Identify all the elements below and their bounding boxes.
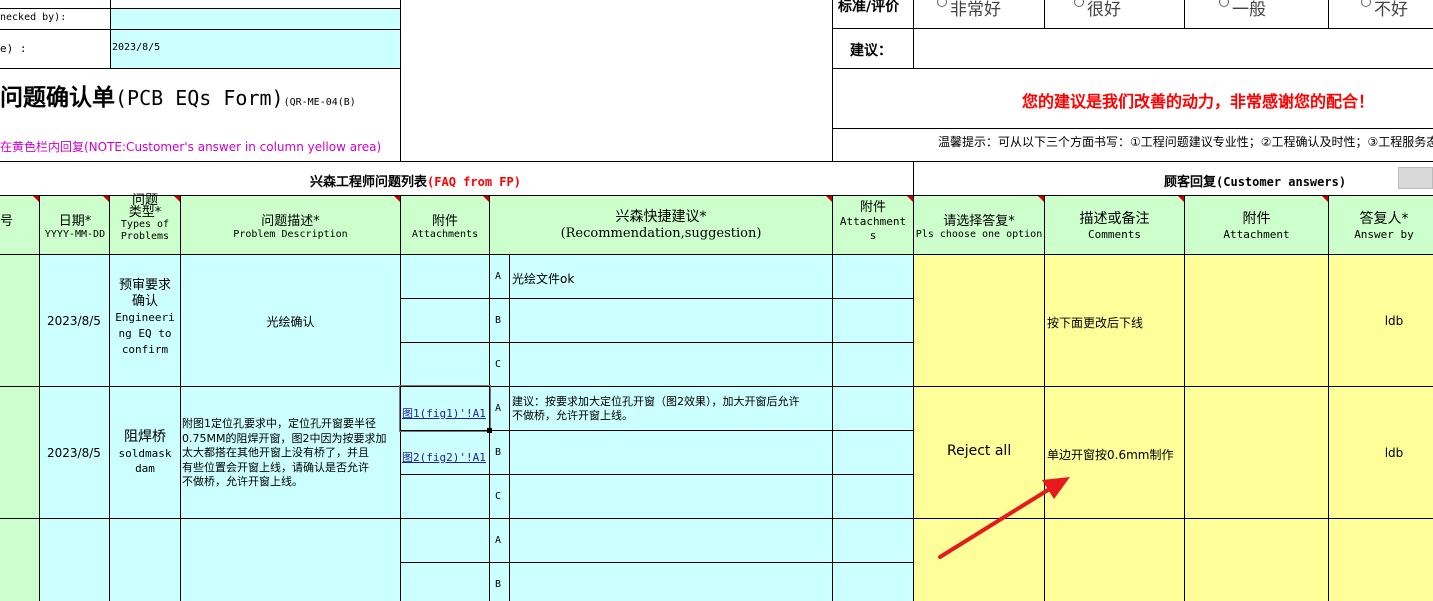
col-date: 日期* YYYY-MM-DD bbox=[44, 214, 106, 240]
col-choose: 请选择答复* Pls choose one option bbox=[915, 214, 1043, 240]
fill-handle[interactable] bbox=[487, 428, 492, 433]
row1-date[interactable]: 2023/8/5 bbox=[47, 314, 101, 328]
header-scroll-button[interactable] bbox=[1398, 167, 1433, 189]
row1-answer-by[interactable]: ldb bbox=[1329, 314, 1433, 328]
row3-option-a: A bbox=[495, 535, 502, 546]
date-label: e) : bbox=[0, 42, 27, 55]
comment-marker-icon[interactable] bbox=[483, 196, 489, 202]
rating-option-2[interactable]: 很好 bbox=[1074, 0, 1121, 20]
comment-marker-icon[interactable] bbox=[33, 196, 39, 202]
date-value[interactable]: 2023/8/5 bbox=[112, 42, 160, 53]
tips-message: 温馨提示：可从以下三个方面书写：①工程问题建议专业性；②工程确认及时性；③工程服… bbox=[938, 135, 1433, 149]
comment-marker-icon[interactable] bbox=[394, 196, 400, 202]
comment-marker-icon[interactable] bbox=[1038, 196, 1044, 202]
form-code: (QR-ME-04(B) bbox=[283, 97, 356, 108]
row1-option-c: C bbox=[495, 359, 502, 370]
comment-marker-icon[interactable] bbox=[826, 196, 832, 202]
col-attachments: 附件 Attachments bbox=[411, 214, 479, 240]
rating-option-4[interactable]: 不好 bbox=[1361, 0, 1408, 20]
form-title-en: (PCB EQs Form) bbox=[115, 86, 284, 110]
suggest-label: 建议： bbox=[850, 43, 892, 59]
row2-option-c: C bbox=[495, 491, 502, 502]
radio-icon[interactable] bbox=[1219, 0, 1229, 7]
red-arrow-annotation bbox=[938, 477, 1070, 559]
thanks-message: 您的建议是我们改善的动力，非常感谢您的配合！ bbox=[1022, 92, 1375, 111]
row1-comment[interactable]: 按下面更改后下线 bbox=[1047, 314, 1143, 331]
row1-type[interactable]: 预审要求 确认 Engineeri ng EQ to confirm bbox=[110, 278, 180, 358]
row2-option-a: A bbox=[495, 403, 502, 414]
checked-by-value-cell[interactable] bbox=[110, 8, 400, 29]
col-type: 问题 类型* Types of Problems bbox=[120, 193, 170, 242]
col-answer-by: 答复人* Answer by bbox=[1354, 211, 1414, 241]
customer-note: 在黄色栏内回复(NOTE:Customer's answer in column… bbox=[0, 140, 382, 154]
col-no: 号 bbox=[0, 214, 14, 229]
rating-option-1[interactable]: 非常好 bbox=[937, 0, 1001, 20]
row2-attachment-link-a[interactable]: 图1(fig1)'!A1 bbox=[402, 402, 486, 421]
radio-icon[interactable] bbox=[1361, 0, 1371, 7]
form-title: 问题确认单(PCB EQs Form)(QR-ME-04(B) bbox=[0, 84, 356, 117]
row1-choice-select[interactable] bbox=[914, 255, 1044, 386]
comment-marker-icon[interactable] bbox=[1322, 196, 1328, 202]
row1-description[interactable]: 光绘确认 bbox=[181, 313, 400, 330]
radio-icon[interactable] bbox=[1074, 0, 1084, 7]
col-comments: 描述或备注 Comments bbox=[1079, 211, 1150, 241]
row2-recommendation-a[interactable]: 建议：按要求加大定位孔开窗（图2效果），加大开窗后允许 不做桥，允许开窗上线。 bbox=[512, 395, 800, 423]
col-attachments-2: 附件 Attachment s bbox=[839, 200, 907, 243]
row2-answer-by[interactable]: ldb bbox=[1329, 446, 1433, 460]
row2-description[interactable]: 附图1定位孔要求中，定位孔开窗要半径 0.75MM的阻焊开窗，图2中因为按要求加… bbox=[182, 417, 386, 490]
comment-marker-icon[interactable] bbox=[103, 196, 109, 202]
row2-comment[interactable]: 单边开窗按0.6mm制作 bbox=[1047, 446, 1173, 463]
row2-choice-select[interactable]: Reject all bbox=[947, 443, 1011, 459]
row2-date[interactable]: 2023/8/5 bbox=[47, 446, 101, 460]
suggest-input[interactable] bbox=[914, 29, 1433, 68]
no-column-bg bbox=[0, 255, 40, 601]
comment-marker-icon[interactable] bbox=[907, 196, 913, 202]
customer-section-title: 顾客回复(Customer answers) bbox=[1164, 175, 1347, 190]
comment-marker-icon[interactable] bbox=[174, 196, 180, 202]
rating-option-3[interactable]: 一般 bbox=[1219, 0, 1266, 20]
rating-label: 标准/评价 bbox=[838, 0, 900, 15]
row2-attachment-link-b[interactable]: 图2(fig2)'!A1 bbox=[402, 446, 486, 465]
col-recommendation: 兴森快捷建议* (Recommendation,suggestion) bbox=[560, 209, 762, 241]
form-title-cn: 问题确认单 bbox=[0, 84, 115, 111]
checked-by-label: necked by): bbox=[0, 12, 67, 23]
col-description: 问题描述* Problem Description bbox=[233, 214, 348, 240]
row3-option-b: B bbox=[495, 579, 502, 590]
row1-option-b: B bbox=[495, 315, 502, 326]
faq-section-title: 兴森工程师问题列表(FAQ from FP) bbox=[310, 175, 521, 190]
radio-icon[interactable] bbox=[937, 0, 947, 7]
row1-recommendation-a[interactable]: 光绘文件ok bbox=[512, 270, 574, 287]
row2-option-b: B bbox=[495, 447, 502, 458]
row1-option-a: A bbox=[495, 271, 502, 282]
row2-type[interactable]: 阻焊桥 soldmask dam bbox=[110, 428, 180, 476]
comment-marker-icon[interactable] bbox=[1178, 196, 1184, 202]
col-attachment-3: 附件 Attachment bbox=[1223, 211, 1290, 241]
